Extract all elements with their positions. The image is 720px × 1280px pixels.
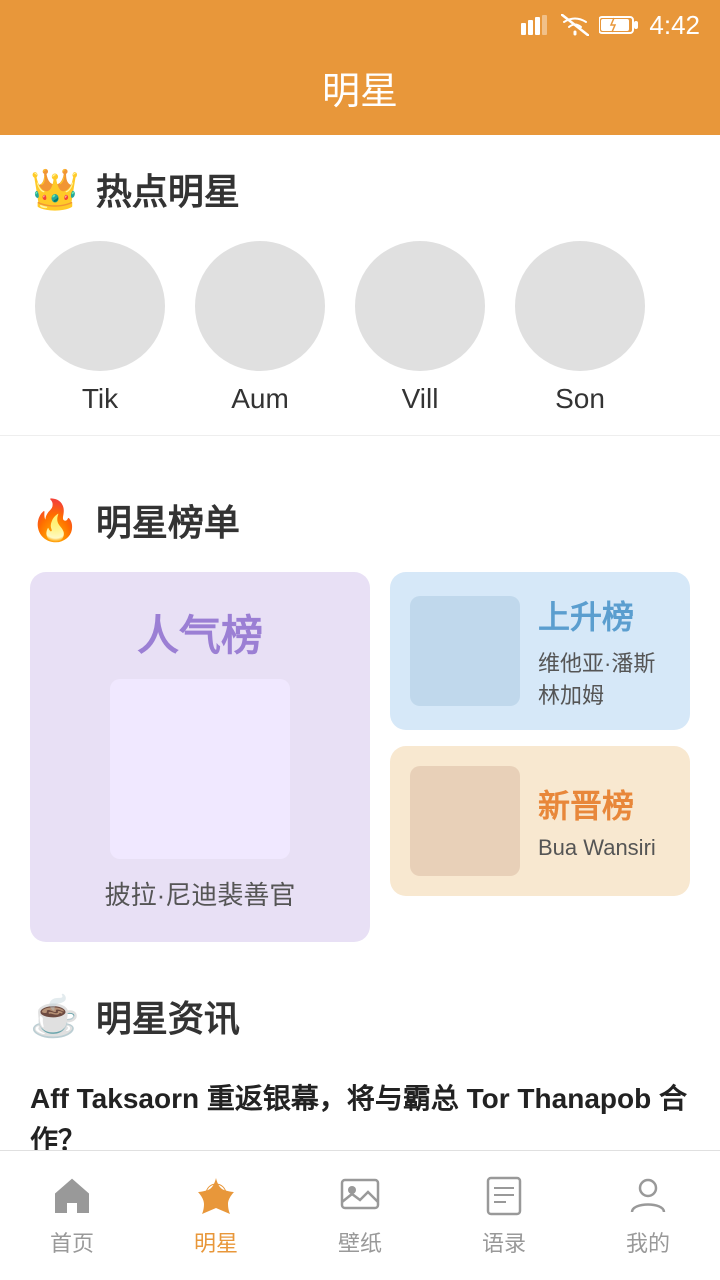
nav-item-star[interactable]: 明星 xyxy=(144,1174,288,1258)
newcomer-rank-card[interactable]: 新晋榜 Bua Wansiri xyxy=(390,746,690,896)
star-avatar xyxy=(195,241,325,371)
popular-rank-title: 人气榜 xyxy=(137,602,263,663)
nav-label-star: 明星 xyxy=(194,1226,238,1258)
news-title: 明星资讯 xyxy=(96,990,240,1042)
main-content: 👑 热点明星 Tik Aum Vill Son 🔥 xyxy=(0,135,720,1202)
crown-icon: 👑 xyxy=(30,166,80,213)
nav-label-wallpaper: 壁纸 xyxy=(338,1226,382,1258)
nav-item-quotes[interactable]: 语录 xyxy=(432,1174,576,1258)
hot-stars-section: 👑 热点明星 Tik Aum Vill Son xyxy=(0,135,720,466)
coffee-icon: ☕ xyxy=(30,993,80,1040)
stars-scroll-container[interactable]: Tik Aum Vill Son xyxy=(0,231,720,425)
page-header: 明星 xyxy=(0,50,720,135)
star-name: Aum xyxy=(231,383,289,415)
wifi-off-icon xyxy=(561,14,589,36)
popular-rank-card[interactable]: 人气榜 披拉·尼迪裴善官 xyxy=(30,572,370,942)
rising-rank-name: 维他亚·潘斯林加姆 xyxy=(538,646,670,710)
star-avatar xyxy=(355,241,485,371)
page-title: 明星 xyxy=(0,60,720,115)
star-nav-icon xyxy=(194,1174,238,1218)
divider xyxy=(0,435,720,436)
rising-rank-title: 上升榜 xyxy=(538,592,670,638)
nav-item-profile[interactable]: 我的 xyxy=(576,1174,720,1258)
star-name: Vill xyxy=(402,383,439,415)
flame-icon: 🔥 xyxy=(30,497,80,544)
star-item[interactable]: Son xyxy=(510,241,650,415)
rankings-section: 🔥 明星榜单 人气榜 披拉·尼迪裴善官 上升榜 维他亚·潘斯林加姆 xyxy=(0,466,720,962)
profile-icon xyxy=(626,1174,670,1218)
newcomer-rank-image xyxy=(410,766,520,876)
home-icon xyxy=(50,1174,94,1218)
newcomer-rank-info: 新晋榜 Bua Wansiri xyxy=(538,781,670,861)
star-item[interactable]: Vill xyxy=(350,241,490,415)
hot-stars-title: 热点明星 xyxy=(96,163,240,215)
rising-rank-card[interactable]: 上升榜 维他亚·潘斯林加姆 xyxy=(390,572,690,730)
star-avatar xyxy=(35,241,165,371)
nav-item-wallpaper[interactable]: 壁纸 xyxy=(288,1174,432,1258)
signal-icon xyxy=(521,15,551,35)
rising-rank-info: 上升榜 维他亚·潘斯林加姆 xyxy=(538,592,670,710)
rankings-grid: 人气榜 披拉·尼迪裴善官 上升榜 维他亚·潘斯林加姆 xyxy=(30,572,690,942)
battery-icon xyxy=(599,14,639,36)
popular-rank-image xyxy=(110,679,290,859)
nav-label-home: 首页 xyxy=(50,1226,94,1258)
star-name: Son xyxy=(555,383,605,415)
newcomer-rank-title: 新晋榜 xyxy=(538,781,670,827)
star-item[interactable]: Aum xyxy=(190,241,330,415)
time-display: 4:42 xyxy=(649,10,700,41)
quotes-icon xyxy=(482,1174,526,1218)
star-avatar xyxy=(515,241,645,371)
newcomer-rank-name: Bua Wansiri xyxy=(538,835,670,861)
popular-rank-name: 披拉·尼迪裴善官 xyxy=(105,875,296,912)
nav-label-profile: 我的 xyxy=(626,1226,670,1258)
nav-item-home[interactable]: 首页 xyxy=(0,1174,144,1258)
bottom-nav: 首页 明星 壁纸 语录 我的 xyxy=(0,1150,720,1280)
rankings-title: 明星榜单 xyxy=(96,494,240,546)
status-bar: 4:42 xyxy=(0,0,720,50)
rising-rank-image xyxy=(410,596,520,706)
wallpaper-icon xyxy=(338,1174,382,1218)
nav-label-quotes: 语录 xyxy=(482,1226,526,1258)
star-name: Tik xyxy=(82,383,118,415)
star-item[interactable]: Tik xyxy=(30,241,170,415)
right-rank-cards: 上升榜 维他亚·潘斯林加姆 新晋榜 Bua Wansiri xyxy=(390,572,690,942)
